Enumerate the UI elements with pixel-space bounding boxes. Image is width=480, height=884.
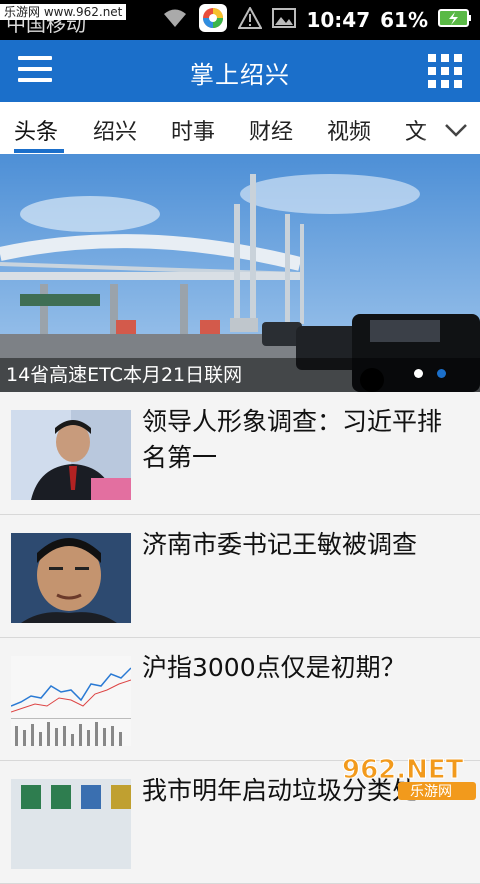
banner-caption: 14省高速ETC本月21日联网 (0, 358, 480, 392)
apps-grid-button[interactable] (428, 54, 462, 88)
headline-banner[interactable]: 14省高速ETC本月21日联网 (0, 154, 480, 392)
list-item[interactable]: 沪指3000点仅是初期？ (0, 638, 480, 761)
status-clock: 10:47 (306, 8, 371, 32)
news-title: 沪指3000点仅是初期？ (142, 653, 406, 682)
tab-culture[interactable]: 文 (405, 114, 427, 146)
grid-icon (428, 54, 436, 62)
tab-video[interactable]: 视频 (327, 114, 371, 146)
news-thumbnail (11, 779, 131, 869)
carousel-dot[interactable] (414, 369, 423, 378)
news-thumbnail (11, 410, 131, 500)
warning-icon (237, 5, 264, 33)
tab-shaoxing[interactable]: 绍兴 (93, 114, 137, 146)
tab-headlines[interactable]: 头条 (14, 114, 58, 146)
tab-current-affairs[interactable]: 时事 (171, 114, 215, 146)
active-tab-indicator (14, 149, 64, 153)
news-title: 领导人形象调查：习近平排名第一 (142, 407, 443, 472)
site-logo-watermark: 962.NET 乐游网 (338, 750, 478, 800)
carousel-dots (414, 369, 446, 378)
site-watermark: 乐游网 www.962.net (0, 4, 127, 20)
page-title: 掌上绍兴 (190, 61, 290, 89)
svg-text:乐游网: 乐游网 (410, 784, 452, 800)
app-header: 掌上绍兴 (0, 40, 480, 102)
news-thumbnail (11, 656, 131, 746)
toll-plaza-image (0, 154, 480, 392)
svg-text:962.NET: 962.NET (342, 755, 464, 785)
list-item[interactable]: 济南市委书记王敏被调查 (0, 515, 480, 638)
more-tabs-button[interactable] (434, 102, 480, 154)
chevron-down-icon (445, 124, 467, 137)
tab-finance[interactable]: 财经 (249, 114, 293, 146)
battery-percent: 61% (380, 8, 428, 32)
status-bar: 中国移动 乐游网 www.962.net 10:47 61% (0, 0, 480, 40)
app-store-icon (198, 3, 228, 37)
list-item[interactable]: 领导人形象调查：习近平排名第一 (0, 392, 480, 515)
gallery-icon (272, 7, 297, 33)
carousel-dot-active[interactable] (437, 369, 446, 378)
battery-icon (438, 8, 472, 32)
news-thumbnail (11, 533, 131, 623)
news-title: 济南市委书记王敏被调查 (142, 530, 418, 559)
news-list: 领导人形象调查：习近平排名第一 济南市委书记王敏被调查 沪指3000点仅是初期？… (0, 392, 480, 884)
wifi-icon (162, 7, 188, 33)
category-tabs: 头条 绍兴 时事 财经 视频 文 (0, 102, 480, 155)
